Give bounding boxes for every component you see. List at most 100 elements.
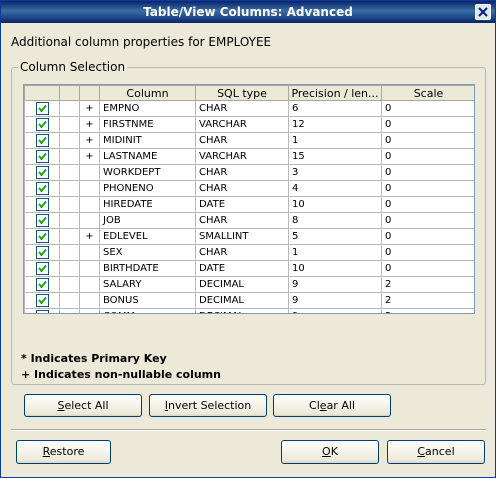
sql-type-cell[interactable]: CHAR <box>195 100 289 117</box>
table-row[interactable]: + FIRSTNME VARCHAR 12 0 <box>24 116 474 133</box>
scale-cell[interactable]: 0 <box>381 180 474 197</box>
include-checkbox[interactable] <box>35 230 49 243</box>
table-row[interactable]: SEX CHAR 1 0 <box>24 244 474 261</box>
column-header[interactable]: SQL type <box>195 85 289 101</box>
table-row[interactable]: + MIDINIT CHAR 1 0 <box>24 132 474 149</box>
column-name-cell[interactable]: HIREDATE <box>99 196 196 213</box>
sql-type-cell[interactable]: DECIMAL <box>195 292 289 309</box>
column-name-cell[interactable]: MIDINIT <box>99 132 196 149</box>
select-all-button[interactable]: Select All <box>24 394 142 417</box>
sql-type-cell[interactable]: DATE <box>195 260 289 277</box>
column-name-cell[interactable]: FIRSTNME <box>99 116 196 133</box>
scale-cell[interactable]: 0 <box>381 244 474 261</box>
column-name-cell[interactable]: PHONENO <box>99 180 196 197</box>
column-name-cell[interactable]: EMPNO <box>99 100 196 117</box>
sql-type-cell[interactable]: DECIMAL <box>195 308 289 313</box>
precision-cell[interactable]: 12 <box>288 116 382 133</box>
include-checkbox[interactable] <box>35 198 49 211</box>
column-header[interactable] <box>59 85 80 101</box>
ok-button[interactable]: OK <box>281 440 379 464</box>
sql-type-cell[interactable]: CHAR <box>195 180 289 197</box>
sql-type-cell[interactable]: SMALLINT <box>195 228 289 245</box>
precision-cell[interactable]: 9 <box>288 308 382 313</box>
column-name-cell[interactable]: BIRTHDATE <box>99 260 196 277</box>
sql-type-cell[interactable]: CHAR <box>195 244 289 261</box>
sql-type-cell[interactable]: CHAR <box>195 132 289 149</box>
sql-type-cell[interactable]: CHAR <box>195 212 289 229</box>
include-checkbox[interactable] <box>35 278 49 291</box>
scale-cell[interactable]: 0 <box>381 228 474 245</box>
scale-cell[interactable]: 2 <box>381 308 474 313</box>
sql-type-cell[interactable]: DECIMAL <box>195 276 289 293</box>
scale-cell[interactable]: 0 <box>381 164 474 181</box>
table-row[interactable]: + LASTNAME VARCHAR 15 0 <box>24 148 474 165</box>
column-name-cell[interactable]: SALARY <box>99 276 196 293</box>
table-row[interactable]: HIREDATE DATE 10 0 <box>24 196 474 213</box>
column-header[interactable]: Precision / len... <box>288 85 382 101</box>
restore-button[interactable]: Restore <box>16 440 111 464</box>
column-header[interactable] <box>79 85 100 101</box>
precision-cell[interactable]: 5 <box>288 228 382 245</box>
include-checkbox[interactable] <box>35 246 49 259</box>
column-name-cell[interactable]: SEX <box>99 244 196 261</box>
include-checkbox[interactable] <box>35 102 49 115</box>
precision-cell[interactable]: 15 <box>288 148 382 165</box>
include-checkbox[interactable] <box>35 134 49 147</box>
cancel-button[interactable]: Cancel <box>387 440 485 464</box>
table-row[interactable]: SALARY DECIMAL 9 2 <box>24 276 474 293</box>
table-row[interactable]: PHONENO CHAR 4 0 <box>24 180 474 197</box>
precision-cell[interactable]: 1 <box>288 132 382 149</box>
column-name-cell[interactable]: BONUS <box>99 292 196 309</box>
include-checkbox[interactable] <box>35 310 49 313</box>
sql-type-cell[interactable]: VARCHAR <box>195 148 289 165</box>
precision-cell[interactable]: 1 <box>288 244 382 261</box>
precision-cell[interactable]: 9 <box>288 276 382 293</box>
precision-cell[interactable]: 3 <box>288 164 382 181</box>
close-button[interactable] <box>475 4 491 20</box>
clear-all-button[interactable]: Clear All <box>273 394 391 417</box>
precision-cell[interactable]: 8 <box>288 212 382 229</box>
include-checkbox[interactable] <box>35 182 49 195</box>
table-row[interactable]: BIRTHDATE DATE 10 0 <box>24 260 474 277</box>
scale-cell[interactable]: 0 <box>381 132 474 149</box>
column-header[interactable] <box>24 85 60 101</box>
include-checkbox[interactable] <box>35 118 49 131</box>
column-name-cell[interactable]: JOB <box>99 212 196 229</box>
table-row[interactable]: COMMDECIMAL92 <box>24 308 474 313</box>
sql-type-cell[interactable]: CHAR <box>195 164 289 181</box>
table-row[interactable]: JOB CHAR 8 0 <box>24 212 474 229</box>
table-row[interactable]: BONUS DECIMAL 9 2 <box>24 292 474 309</box>
include-checkbox[interactable] <box>35 294 49 307</box>
scale-cell[interactable]: 2 <box>381 292 474 309</box>
columns-table[interactable]: Column SQL type Precision / len... Scale + E… <box>23 84 475 314</box>
sql-type-cell[interactable]: VARCHAR <box>195 116 289 133</box>
table-row[interactable]: + EMPNO CHAR 6 0 <box>24 100 474 117</box>
include-checkbox[interactable] <box>35 166 49 179</box>
title-bar[interactable]: Table/View Columns: Advanced <box>1 1 495 23</box>
scale-cell[interactable]: 0 <box>381 260 474 277</box>
column-header[interactable]: Column <box>99 85 196 101</box>
column-name-cell[interactable]: LASTNAME <box>99 148 196 165</box>
column-name-cell[interactable]: EDLEVEL <box>99 228 196 245</box>
scale-cell[interactable]: 0 <box>381 116 474 133</box>
column-name-cell[interactable]: COMM <box>99 308 196 313</box>
precision-cell[interactable]: 4 <box>288 180 382 197</box>
column-name-cell[interactable]: WORKDEPT <box>99 164 196 181</box>
precision-cell[interactable]: 10 <box>288 260 382 277</box>
precision-cell[interactable]: 9 <box>288 292 382 309</box>
scale-cell[interactable]: 0 <box>381 212 474 229</box>
sql-type-cell[interactable]: DATE <box>195 196 289 213</box>
scale-cell[interactable]: 2 <box>381 276 474 293</box>
table-row[interactable]: + EDLEVEL SMALLINT 5 0 <box>24 228 474 245</box>
precision-cell[interactable]: 10 <box>288 196 382 213</box>
scale-cell[interactable]: 0 <box>381 100 474 117</box>
include-checkbox[interactable] <box>35 150 49 163</box>
precision-cell[interactable]: 6 <box>288 100 382 117</box>
invert-selection-button[interactable]: Invert Selection <box>149 394 267 417</box>
column-header[interactable]: Scale <box>381 85 474 101</box>
scale-cell[interactable]: 0 <box>381 148 474 165</box>
include-checkbox[interactable] <box>35 214 49 227</box>
scale-cell[interactable]: 0 <box>381 196 474 213</box>
table-row[interactable]: WORKDEPT CHAR 3 0 <box>24 164 474 181</box>
include-checkbox[interactable] <box>35 262 49 275</box>
